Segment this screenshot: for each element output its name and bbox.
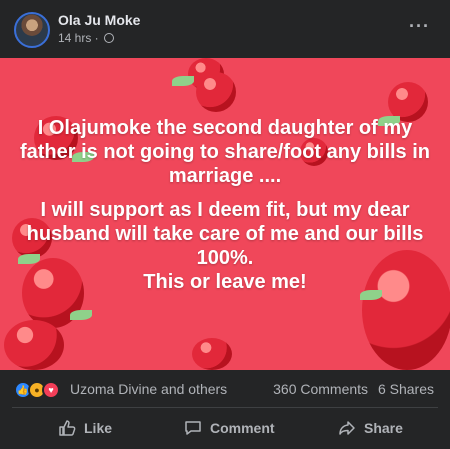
post-image[interactable]: I Olajumoke the second daughter of my fa… <box>0 58 450 370</box>
thumbs-up-icon <box>59 420 76 436</box>
post-text-paragraph-1: I Olajumoke the second daughter of my fa… <box>19 117 431 187</box>
action-bar: Like Comment Share <box>0 410 450 446</box>
leaf-decoration <box>70 310 92 320</box>
rose-decoration <box>196 72 236 112</box>
like-label: Like <box>84 420 113 436</box>
share-button[interactable]: Share <box>338 410 403 446</box>
share-label: Share <box>364 420 403 436</box>
globe-icon <box>104 33 115 43</box>
post-header: Ola Ju Moke 14 hrs · ··· <box>0 0 450 58</box>
more-options-button[interactable]: ··· <box>409 16 430 37</box>
engagement-counts: 360 Comments 6 Shares <box>273 381 434 397</box>
divider <box>12 407 438 408</box>
post-text-paragraph-3: This or leave me! <box>143 271 307 293</box>
comments-count[interactable]: 360 Comments <box>273 381 368 397</box>
avatar[interactable] <box>14 12 50 48</box>
rose-decoration <box>192 338 232 370</box>
love-icon: ♥ <box>42 381 60 399</box>
facebook-post-card: Ola Ju Moke 14 hrs · ··· I Olajumoke the… <box>0 0 450 449</box>
share-icon <box>339 421 355 435</box>
shares-count[interactable]: 6 Shares <box>378 381 434 397</box>
leaf-decoration <box>172 76 194 86</box>
timestamp[interactable]: 14 hrs · <box>58 31 99 45</box>
post-meta: 14 hrs · <box>58 31 115 45</box>
reactors-text[interactable]: Uzoma Divine and others <box>70 381 227 397</box>
author-name[interactable]: Ola Ju Moke <box>58 12 140 28</box>
comment-icon <box>185 421 201 435</box>
reaction-icons[interactable]: 👍 ● ♥ <box>14 381 66 399</box>
comment-label: Comment <box>210 420 275 436</box>
post-text-paragraph-2: I will support as I deem fit, but my dea… <box>26 199 424 269</box>
like-button[interactable]: Like <box>58 410 112 446</box>
comment-button[interactable]: Comment <box>184 410 275 446</box>
post-stats: 👍 ● ♥ Uzoma Divine and others 360 Commen… <box>0 370 450 408</box>
post-text: I Olajumoke the second daughter of my fa… <box>18 116 432 304</box>
rose-decoration <box>4 320 64 370</box>
